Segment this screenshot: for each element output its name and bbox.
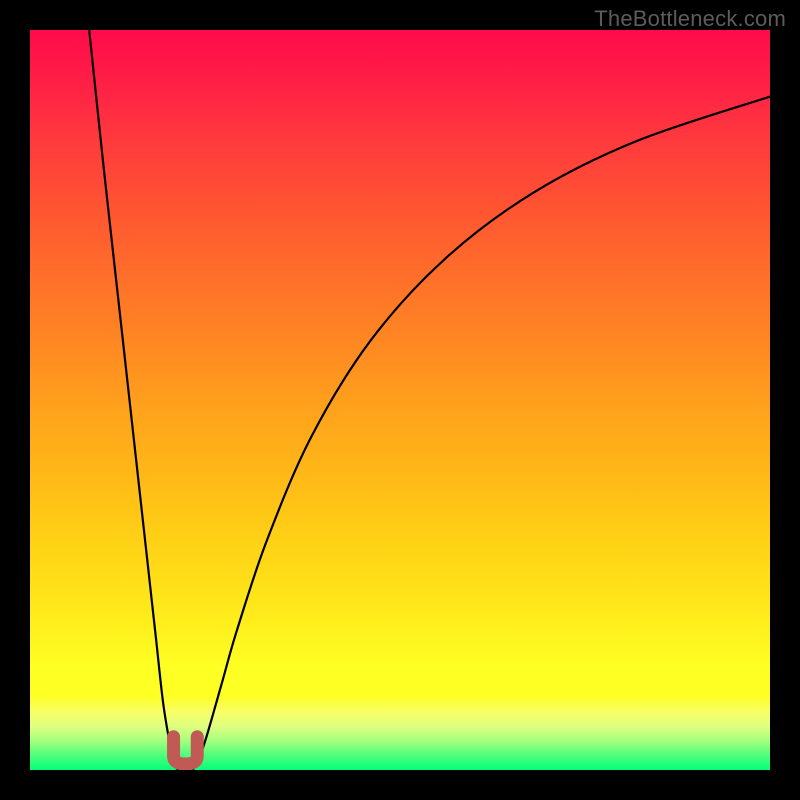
- chart-frame: TheBottleneck.com: [0, 0, 800, 800]
- bottleneck-curve: [30, 30, 770, 770]
- plot-area: [30, 30, 770, 770]
- curve-path: [89, 30, 770, 770]
- watermark-text: TheBottleneck.com: [594, 6, 786, 32]
